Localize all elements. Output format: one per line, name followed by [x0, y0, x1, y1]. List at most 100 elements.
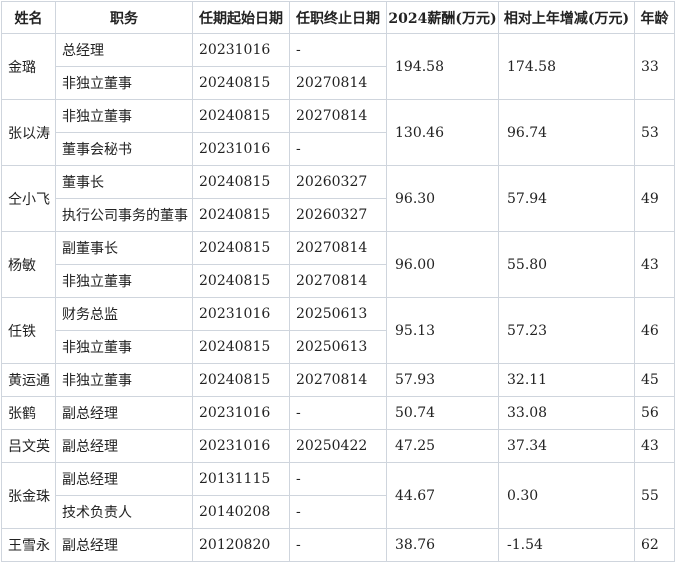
position-cell: 副总经理	[55, 396, 193, 430]
person-name: 黄运通	[1, 363, 56, 397]
change-cell: 0.30	[498, 462, 635, 529]
change-cell: 174.58	[498, 33, 635, 100]
person-name: 吕文英	[1, 429, 56, 463]
term-end-cell: -	[289, 33, 387, 67]
salary-cell: 194.58	[386, 33, 499, 100]
age-cell: 49	[634, 165, 675, 232]
term-end-cell: 20250613	[289, 297, 387, 331]
term-start-cell: 20120820	[192, 528, 290, 562]
table-row: 吕文英 副总经理 20231016 20250422 47.25 37.34 43	[1, 429, 675, 463]
term-end-cell: 20270814	[289, 264, 387, 298]
position-cell: 非独立董事	[55, 264, 193, 298]
term-start-cell: 20140208	[192, 495, 290, 529]
table-row: 黄运通 非独立董事 20240815 20270814 57.93 32.11 45	[1, 363, 675, 397]
age-cell: 53	[634, 99, 675, 166]
table-row: 张鹤 副总经理 20231016-50.74 33.08 56	[1, 396, 675, 430]
position-cell: 财务总监	[55, 297, 193, 331]
page: 姓名 职务 任期起始日期 任职终止日期 2024薪酬(万元) 相对上年增减(万元…	[0, 0, 677, 562]
term-end-cell: 20270814	[289, 231, 387, 265]
term-end-cell: 20260327	[289, 198, 387, 232]
age-cell: 46	[634, 297, 675, 364]
person-name: 任铁	[1, 297, 56, 364]
header-term-start: 任期起始日期	[192, 1, 290, 34]
term-start-cell: 20231016	[192, 396, 290, 430]
term-end-cell: -	[289, 495, 387, 529]
term-start-cell: 20240815	[192, 198, 290, 232]
header-row: 姓名 职务 任期起始日期 任职终止日期 2024薪酬(万元) 相对上年增减(万元…	[1, 1, 675, 34]
position-cell: 副总经理	[55, 462, 193, 496]
change-cell: 57.23	[498, 297, 635, 364]
term-end-cell: 20250613	[289, 330, 387, 364]
term-start-cell: 20240815	[192, 231, 290, 265]
header-salary: 2024薪酬(万元)	[386, 1, 499, 34]
age-cell: 56	[634, 396, 675, 430]
term-end-cell: -	[289, 528, 387, 562]
salary-cell: 47.25	[386, 429, 499, 463]
change-cell: 33.08	[498, 396, 635, 430]
age-cell: 33	[634, 33, 675, 100]
table-row: 张金珠 副总经理 20131115-44.67 0.30 55	[1, 462, 675, 529]
table-row: 金璐 总经理 20231016-194.58 174.58 33	[1, 33, 675, 100]
age-cell: 45	[634, 363, 675, 397]
age-cell: 62	[634, 528, 675, 562]
table-row: 仝小飞 董事长 20240815 20260327 96.30 57.94 49	[1, 165, 675, 232]
change-cell: 55.80	[498, 231, 635, 298]
table-row: 张以涛 非独立董事 20240815 20270814 130.46 96.74 53	[1, 99, 675, 166]
position-cell: 总经理	[55, 33, 193, 67]
change-cell: 32.11	[498, 363, 635, 397]
term-end-cell: -	[289, 396, 387, 430]
term-start-cell: 20240815	[192, 99, 290, 133]
header-change: 相对上年增减(万元)	[498, 1, 635, 34]
header-term-end: 任职终止日期	[289, 1, 387, 34]
person-name: 张以涛	[1, 99, 56, 166]
salary-cell: 57.93	[386, 363, 499, 397]
person-name: 张金珠	[1, 462, 56, 529]
term-end-cell: 20260327	[289, 165, 387, 199]
term-end-cell: 20270814	[289, 99, 387, 133]
position-cell: 非独立董事	[55, 330, 193, 364]
change-cell: 57.94	[498, 165, 635, 232]
salary-cell: 130.46	[386, 99, 499, 166]
term-end-cell: -	[289, 132, 387, 166]
term-start-cell: 20240815	[192, 264, 290, 298]
position-cell: 技术负责人	[55, 495, 193, 529]
person-name: 金璐	[1, 33, 56, 100]
salary-cell: 95.13	[386, 297, 499, 364]
term-start-cell: 20231016	[192, 33, 290, 67]
change-cell: -1.54	[498, 528, 635, 562]
table-row: 王雪永 副总经理 20120820-38.76 -1.54 62	[1, 528, 675, 562]
header-position: 职务	[55, 1, 193, 34]
salary-cell: 96.30	[386, 165, 499, 232]
term-start-cell: 20240815	[192, 165, 290, 199]
salary-cell: 50.74	[386, 396, 499, 430]
position-cell: 副总经理	[55, 429, 193, 463]
person-name: 杨敏	[1, 231, 56, 298]
age-cell: 55	[634, 462, 675, 529]
person-name: 仝小飞	[1, 165, 56, 232]
salary-cell: 44.67	[386, 462, 499, 529]
term-start-cell: 20240815	[192, 363, 290, 397]
table-row: 杨敏 副董事长 20240815 20270814 96.00 55.80 43	[1, 231, 675, 298]
change-cell: 37.34	[498, 429, 635, 463]
position-cell: 非独立董事	[55, 99, 193, 133]
change-cell: 96.74	[498, 99, 635, 166]
term-start-cell: 20131115	[192, 462, 290, 496]
table-row: 任铁 财务总监 20231016 20250613 95.13 57.23 46	[1, 297, 675, 364]
term-start-cell: 20240815	[192, 66, 290, 100]
term-end-cell: -	[289, 462, 387, 496]
term-start-cell: 20231016	[192, 429, 290, 463]
term-end-cell: 20270814	[289, 66, 387, 100]
age-cell: 43	[634, 231, 675, 298]
term-end-cell: 20250422	[289, 429, 387, 463]
header-age: 年龄	[634, 1, 675, 34]
position-cell: 副董事长	[55, 231, 193, 265]
term-start-cell: 20231016	[192, 132, 290, 166]
position-cell: 董事会秘书	[55, 132, 193, 166]
position-cell: 非独立董事	[55, 363, 193, 397]
salary-cell: 96.00	[386, 231, 499, 298]
term-start-cell: 20240815	[192, 330, 290, 364]
position-cell: 董事长	[55, 165, 193, 199]
table-body: 金璐 总经理 20231016-194.58 174.58 33 非独立董事 2024081…	[1, 33, 675, 562]
header-name: 姓名	[1, 1, 56, 34]
position-cell: 非独立董事	[55, 66, 193, 100]
